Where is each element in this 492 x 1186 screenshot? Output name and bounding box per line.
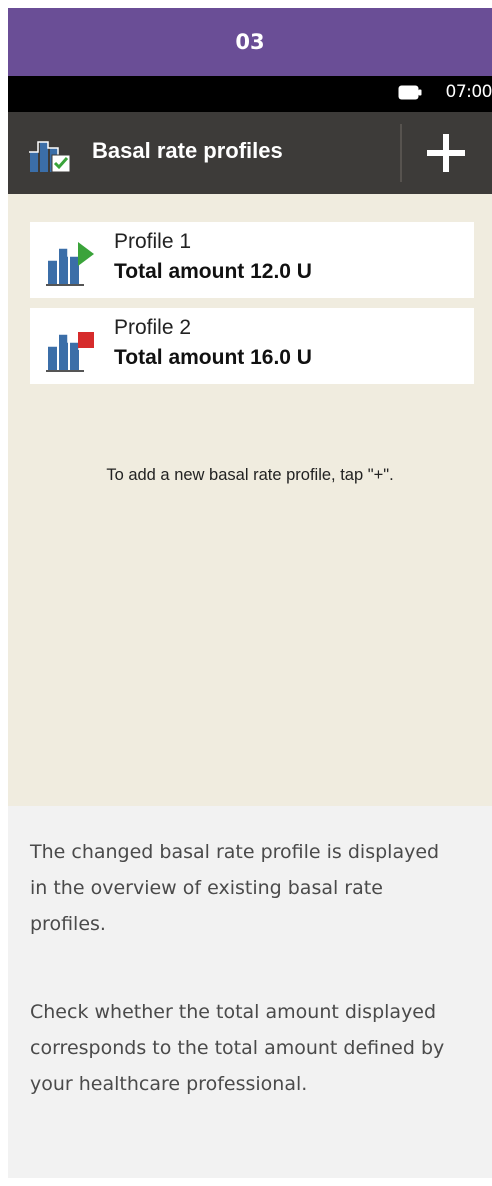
status-time: 07:00 <box>445 82 492 102</box>
status-bar: 07:00 <box>8 76 492 112</box>
profile-item-2[interactable]: Profile 2 Total amount 16.0 U <box>30 308 474 384</box>
caption-paragraph-1: The changed basal rate profile is displa… <box>30 841 440 935</box>
profile-name: Profile 1 <box>114 230 192 253</box>
play-icon <box>78 242 94 266</box>
title-bar: Basal rate profiles <box>8 112 492 194</box>
caption-paragraph-2: Check whether the total amount displayed… <box>30 1001 445 1095</box>
profile-name: Profile 2 <box>114 316 192 339</box>
title-divider <box>400 124 402 182</box>
basal-profile-check-icon <box>29 141 71 173</box>
basal-profile-icon <box>46 332 94 372</box>
page-title: Basal rate profiles <box>92 138 283 163</box>
step-number: 03 <box>235 30 265 54</box>
plus-icon <box>427 134 465 172</box>
basal-profile-icon <box>46 242 94 286</box>
device-screen: 07:00 Basal rate profiles Profile 1 Tota… <box>8 76 492 806</box>
add-profile-button[interactable] <box>416 126 476 180</box>
battery-icon <box>398 85 422 100</box>
profile-item-1[interactable]: Profile 1 Total amount 12.0 U <box>30 222 474 298</box>
step-number-header: 03 <box>8 8 492 76</box>
add-profile-hint: To add a new basal rate profile, tap "+"… <box>106 466 394 484</box>
profile-total: Total amount 16.0 U <box>114 346 312 369</box>
profile-total: Total amount 12.0 U <box>114 260 312 283</box>
stop-icon <box>78 332 94 348</box>
instruction-card: 03 07:00 Basal rate profiles Profile 1 T… <box>8 8 492 1178</box>
